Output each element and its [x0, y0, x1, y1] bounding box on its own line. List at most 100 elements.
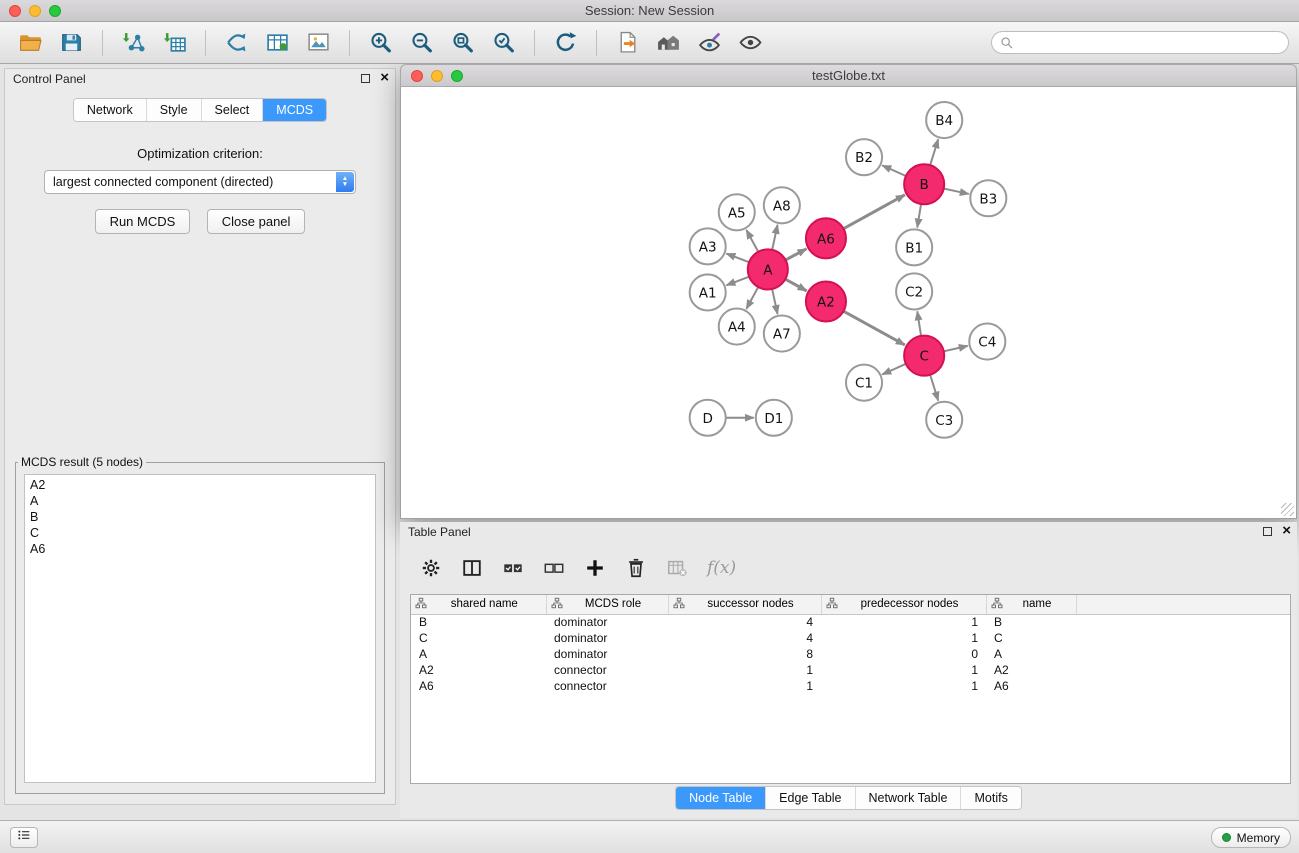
table-cell[interactable]: 1 [821, 678, 986, 694]
save-icon[interactable] [58, 29, 85, 56]
graph-node-A1[interactable]: A1 [690, 274, 726, 310]
memory-button[interactable]: Memory [1211, 827, 1291, 848]
table-cell[interactable]: 8 [668, 646, 821, 662]
graph-node-A8[interactable]: A8 [764, 187, 800, 223]
table-cell[interactable]: 4 [668, 614, 821, 630]
graph-node-B3[interactable]: B3 [970, 180, 1006, 216]
graph-node-B[interactable]: B [904, 164, 944, 204]
graph-node-B1[interactable]: B1 [896, 229, 932, 265]
table-cell[interactable]: C [986, 630, 1076, 646]
graph-edge-B-B4[interactable] [930, 139, 938, 165]
table-row[interactable]: A6connector11A6 [411, 678, 1290, 694]
fx-icon[interactable]: f(x) [707, 558, 736, 578]
table-cell[interactable]: 1 [821, 662, 986, 678]
graph-edge-A-A2[interactable] [785, 279, 806, 291]
table-cell[interactable]: 1 [668, 678, 821, 694]
table-cell[interactable]: 1 [821, 630, 986, 646]
mcds-result-item[interactable]: B [30, 509, 370, 525]
import-network-icon[interactable] [120, 29, 147, 56]
graph-edge-C-C3[interactable] [930, 375, 938, 401]
table-cell[interactable]: 1 [821, 614, 986, 630]
column-header-mcds-role[interactable]: MCDS role [546, 595, 668, 614]
eye-icon[interactable] [737, 29, 764, 56]
graph-node-B2[interactable]: B2 [846, 139, 882, 175]
graph-edge-C-C2[interactable] [917, 311, 921, 335]
mcds-result-item[interactable]: A6 [30, 541, 370, 557]
table-cell[interactable]: dominator [546, 614, 668, 630]
table-cell[interactable]: connector [546, 678, 668, 694]
export-network-icon[interactable] [614, 29, 641, 56]
network-window-titlebar[interactable]: testGlobe.txt [400, 64, 1297, 87]
tab-edge-table[interactable]: Edge Table [766, 787, 855, 809]
gear-icon[interactable] [420, 557, 442, 579]
graph-edge-A-A1[interactable] [726, 277, 749, 286]
network-close-button[interactable] [411, 70, 423, 82]
tab-node-table[interactable]: Node Table [676, 787, 766, 809]
graph-node-C[interactable]: C [904, 336, 944, 376]
zoom-window-button[interactable] [49, 5, 61, 17]
network-new-icon[interactable] [223, 29, 250, 56]
graph-node-A5[interactable]: A5 [719, 194, 755, 230]
graph-edge-A-A7[interactable] [772, 289, 777, 314]
graph-node-C3[interactable]: C3 [926, 402, 962, 438]
graph-edge-A-A6[interactable] [785, 249, 806, 260]
float-panel-icon[interactable] [361, 74, 370, 83]
tab-mcds[interactable]: MCDS [263, 99, 326, 121]
table-row[interactable]: Cdominator41C [411, 630, 1290, 646]
mcds-result-list[interactable]: A2ABCA6 [24, 474, 376, 783]
graph-edge-C-C4[interactable] [944, 346, 968, 351]
task-history-button[interactable] [10, 827, 38, 848]
table-cell[interactable]: A [986, 646, 1076, 662]
tab-motifs[interactable]: Motifs [961, 787, 1020, 809]
table-cell[interactable]: A2 [986, 662, 1076, 678]
zoom-selected-icon[interactable] [490, 29, 517, 56]
network-zoom-button[interactable] [451, 70, 463, 82]
optimization-criterion-dropdown[interactable]: largest connected component (directed) ▲… [44, 170, 356, 194]
tab-select[interactable]: Select [202, 99, 264, 121]
float-table-panel-icon[interactable] [1263, 527, 1272, 536]
graph-edge-A2-C[interactable] [843, 311, 904, 345]
graph-edge-A-A3[interactable] [726, 254, 749, 263]
table-cell[interactable]: 0 [821, 646, 986, 662]
tab-style[interactable]: Style [147, 99, 202, 121]
minimize-window-button[interactable] [29, 5, 41, 17]
graph-edge-A6-B[interactable] [843, 195, 904, 229]
table-row[interactable]: Adominator80A [411, 646, 1290, 662]
export-image-icon[interactable] [305, 29, 332, 56]
graph-edge-B-B1[interactable] [917, 204, 921, 227]
deselect-all-icon[interactable] [543, 557, 565, 579]
network-minimize-button[interactable] [431, 70, 443, 82]
import-table-icon[interactable] [161, 29, 188, 56]
table-cell[interactable]: B [411, 614, 546, 630]
tab-network[interactable]: Network [74, 99, 147, 121]
node-table-container[interactable]: shared nameMCDS rolesuccessor nodesprede… [410, 594, 1291, 784]
search-input[interactable] [1017, 33, 1279, 52]
network-table-icon[interactable] [264, 29, 291, 56]
table-cell[interactable]: 4 [668, 630, 821, 646]
graph-node-D1[interactable]: D1 [756, 400, 792, 436]
column-header-predecessor-nodes[interactable]: predecessor nodes [821, 595, 986, 614]
resize-grip[interactable] [1281, 503, 1294, 516]
search-box[interactable] [991, 31, 1289, 54]
table-cell[interactable]: A6 [986, 678, 1076, 694]
mcds-result-item[interactable]: C [30, 525, 370, 541]
table-cell[interactable]: 1 [668, 662, 821, 678]
table-cell[interactable]: C [411, 630, 546, 646]
table-cell[interactable]: dominator [546, 646, 668, 662]
zoom-in-icon[interactable] [367, 29, 394, 56]
graph-edge-A-A4[interactable] [746, 287, 758, 309]
columns-icon[interactable] [461, 557, 483, 579]
graph-node-C4[interactable]: C4 [969, 324, 1005, 360]
table-row[interactable]: A2connector11A2 [411, 662, 1290, 678]
table-row[interactable]: Bdominator41B [411, 614, 1290, 630]
add-icon[interactable] [584, 557, 606, 579]
graph-node-A2[interactable]: A2 [806, 281, 846, 321]
refresh-icon[interactable] [552, 29, 579, 56]
close-window-button[interactable] [9, 5, 21, 17]
paint-eye-icon[interactable] [696, 29, 723, 56]
close-panel-button[interactable]: Close panel [207, 209, 306, 234]
graph-node-C1[interactable]: C1 [846, 365, 882, 401]
graph-edge-C-C1[interactable] [882, 364, 906, 375]
tab-network-table[interactable]: Network Table [856, 787, 962, 809]
dropdown-stepper-icon[interactable]: ▲▼ [336, 172, 354, 192]
